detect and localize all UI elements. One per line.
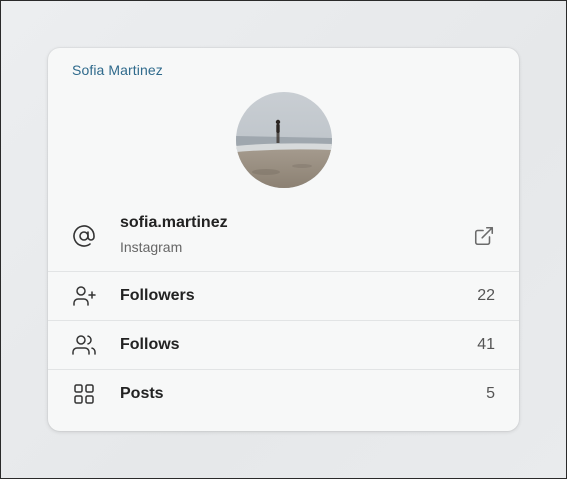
stat-label: Followers [120,287,195,304]
stat-value: 22 [477,287,495,304]
account-platform: Instagram [120,239,183,255]
stat-row-follows: Follows 41 [48,321,519,370]
stat-row-followers: Followers 22 [48,272,519,321]
stat-value: 41 [477,336,495,353]
user-plus-icon [72,284,96,308]
grid-icon [72,382,96,406]
avatar [236,92,332,188]
card-title: Sofia Martinez [72,62,163,78]
profile-card: Sofia Martinez sofia.martinez Instagram … [48,48,519,431]
stat-value: 5 [486,385,495,402]
open-external-icon[interactable] [473,225,495,247]
stat-label: Follows [120,336,180,353]
users-icon [72,333,96,357]
at-sign-icon [72,224,96,248]
stat-row-posts: Posts 5 [48,370,519,419]
account-row[interactable]: sofia.martinez Instagram [48,204,519,272]
account-handle: sofia.martinez [120,214,228,231]
stat-label: Posts [120,385,164,402]
